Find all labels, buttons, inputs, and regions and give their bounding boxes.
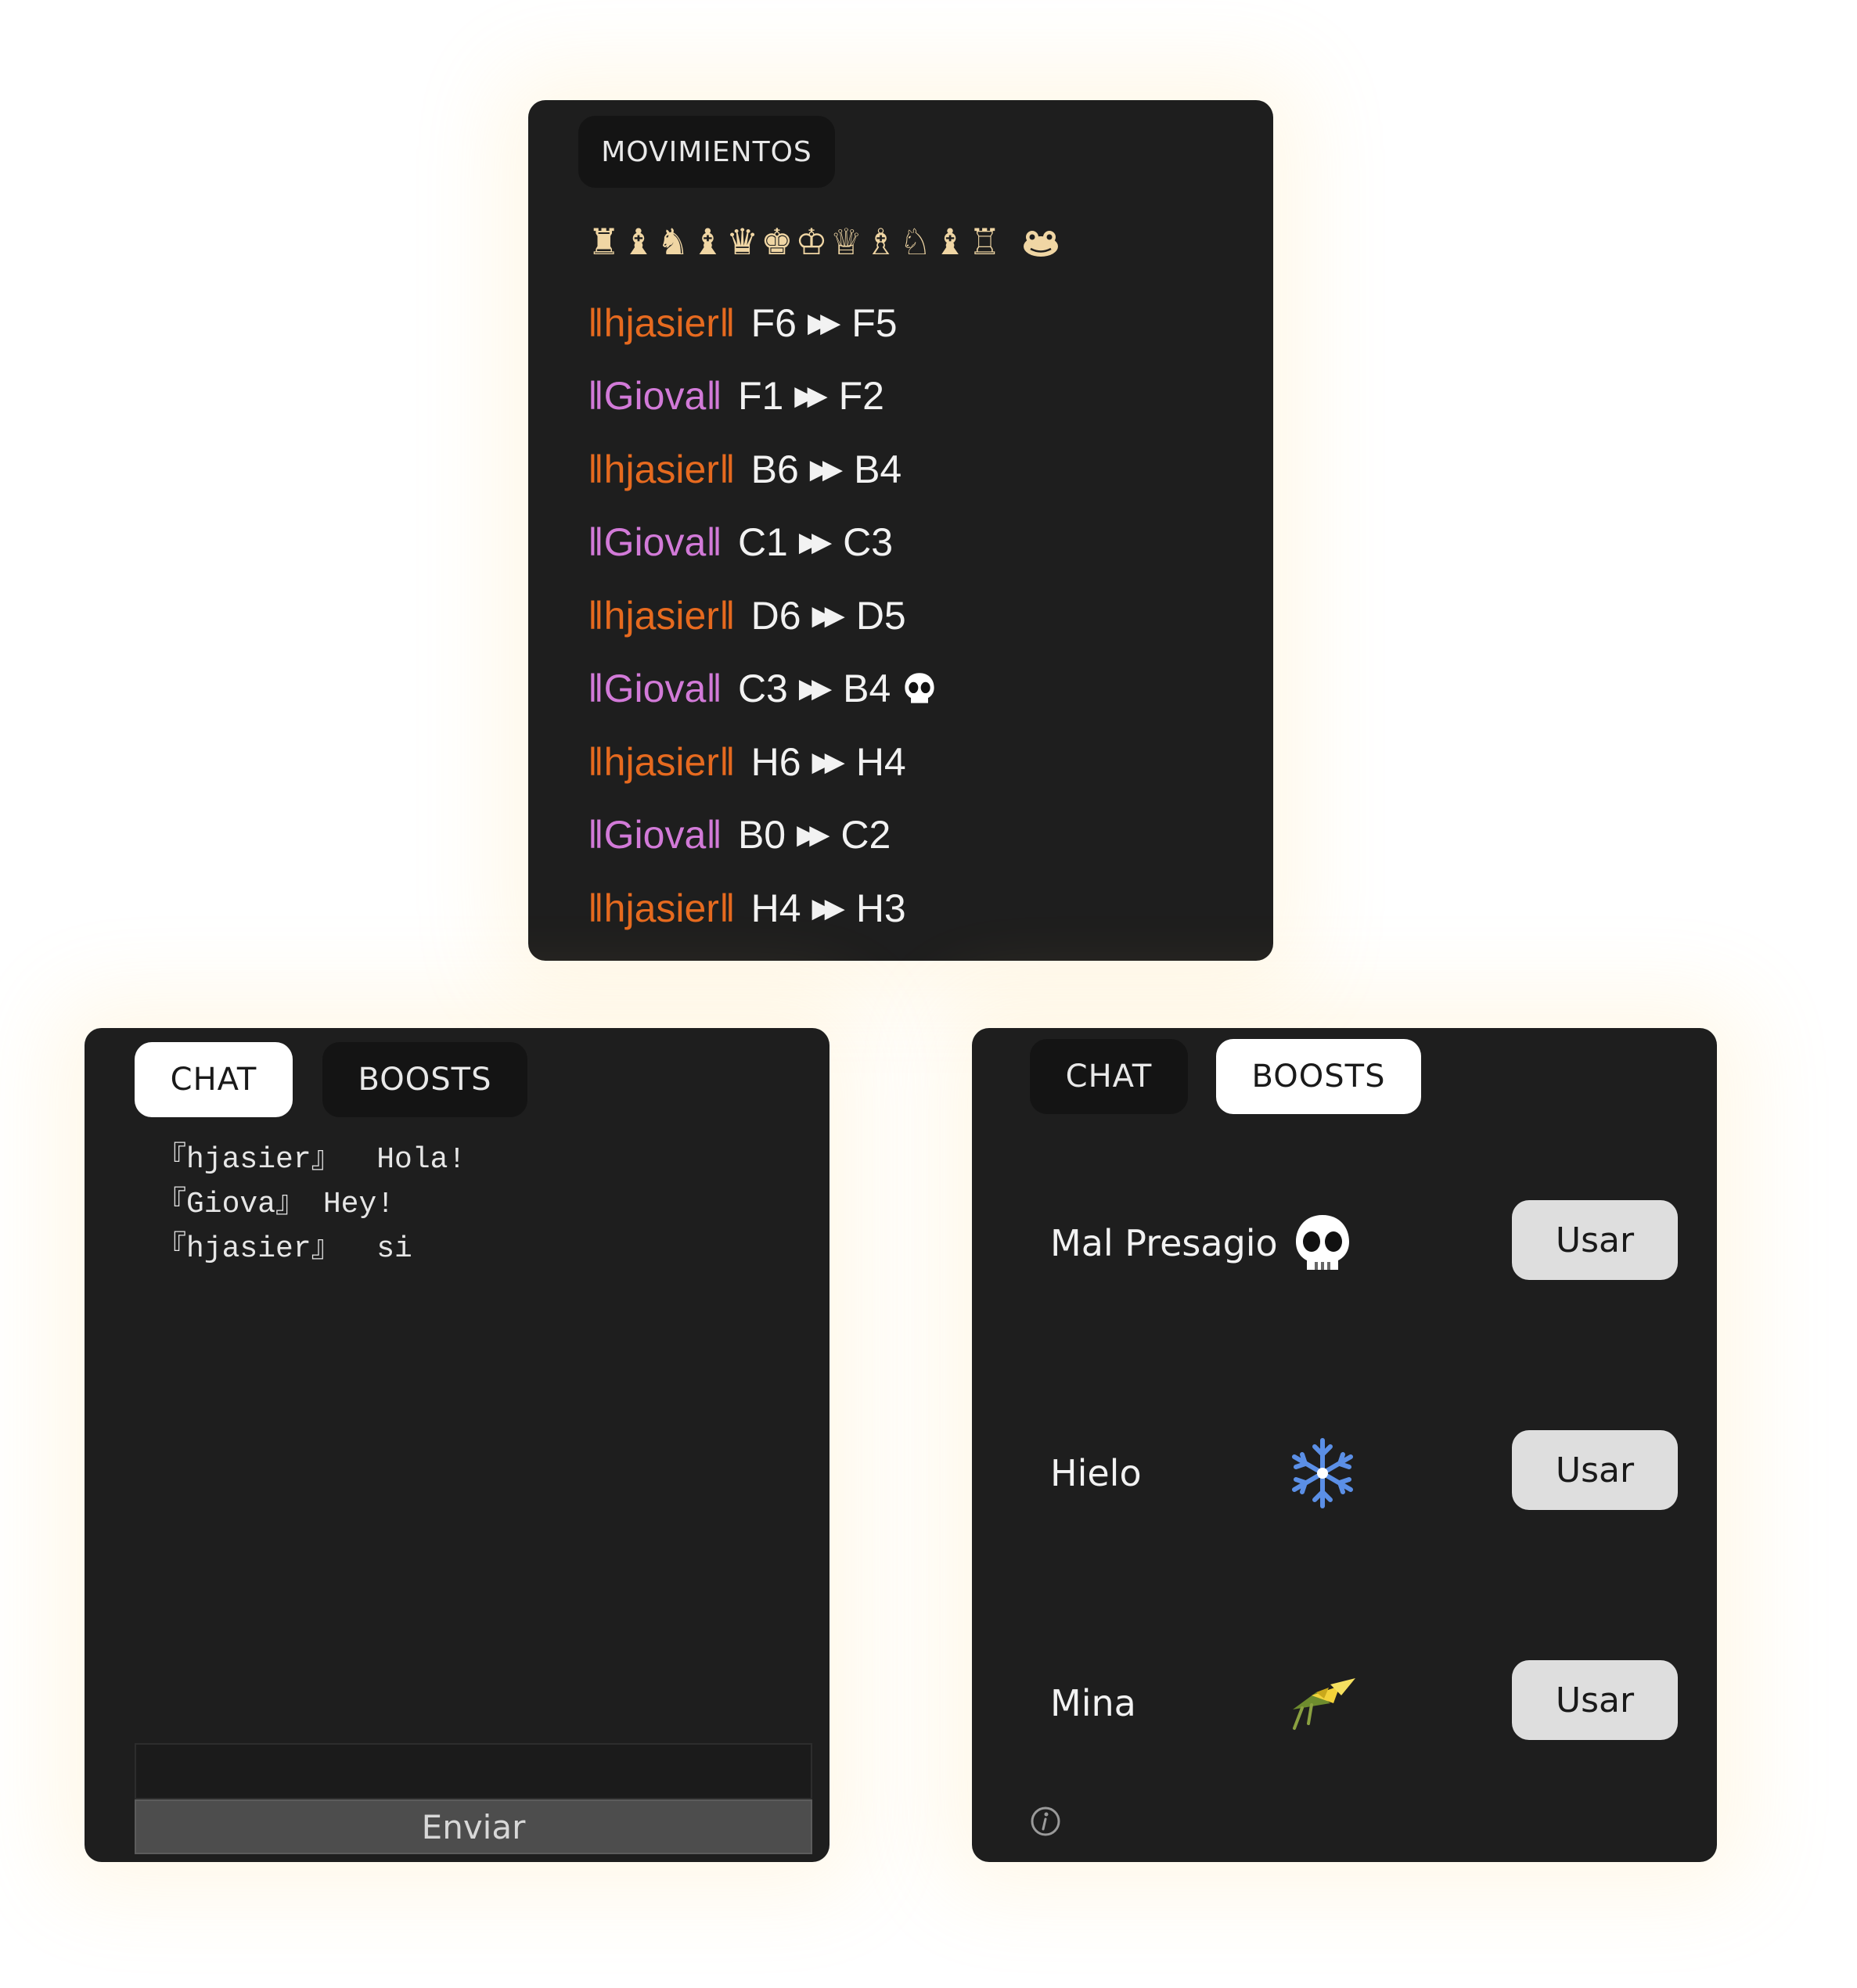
tab-chat[interactable]: CHAT — [1030, 1039, 1188, 1114]
move-player: ‖hjasier‖ — [588, 447, 736, 491]
move-entry: ‖hjasier‖ H6 ▶▶ H4 — [588, 725, 937, 799]
fast-forward-icon: ▶▶ — [809, 453, 843, 485]
move-player: ‖Giova‖ — [588, 813, 722, 857]
use-button-hielo[interactable]: Usar — [1512, 1430, 1678, 1510]
move-player: ‖hjasier‖ — [588, 300, 736, 345]
use-button-mal-presagio[interactable]: Usar — [1512, 1200, 1678, 1280]
snowflake-icon — [1283, 1434, 1362, 1512]
move-player: ‖Giova‖ — [588, 374, 722, 419]
move-entry: ‖Giova‖ C3 ▶▶ B4 — [588, 652, 937, 726]
chat-message-text: Hola! — [376, 1143, 466, 1177]
move-from: D6 — [750, 593, 801, 638]
chat-log: 『hjasier』 Hola! 『Giova』 Hey! 『hjasier』 si — [157, 1138, 466, 1271]
boost-row-mina: Mina Usar — [972, 1660, 1717, 1746]
tab-boosts[interactable]: BOOSTS — [1216, 1039, 1421, 1114]
move-from: H6 — [750, 739, 801, 784]
move-to: D5 — [855, 593, 906, 638]
move-entry: ‖hjasier‖ H4 ▶▶ H3 — [588, 872, 937, 945]
info-icon[interactable] — [1030, 1806, 1061, 1837]
fast-forward-icon: ▶▶ — [807, 307, 840, 339]
frog-icon — [1021, 224, 1060, 266]
fast-forward-icon: ▶▶ — [797, 819, 830, 851]
move-to: F2 — [838, 374, 884, 419]
captured-pieces: ♜♝♞♝♛♚♔♕♗♘♝♖ — [588, 221, 1003, 263]
chat-message-user: 『Giova』 — [157, 1188, 306, 1221]
chat-message-text: si — [376, 1232, 412, 1266]
boost-name: Hielo — [1050, 1452, 1142, 1494]
chat-message: 『hjasier』 si — [157, 1227, 466, 1271]
fast-forward-icon: ▶▶ — [812, 599, 845, 631]
move-from: H4 — [750, 886, 801, 930]
chat-panel: CHAT BOOSTS 『hjasier』 Hola! 『Giova』 Hey! 『… — [85, 1028, 830, 1862]
move-player: ‖hjasier‖ — [588, 593, 736, 638]
chat-message-user: 『hjasier』 — [157, 1232, 341, 1266]
tab-movimientos[interactable]: MOVIMIENTOS — [578, 116, 835, 188]
move-entry: ‖hjasier‖ B6 ▶▶ B4 — [588, 433, 937, 506]
move-to: H4 — [855, 739, 906, 784]
move-from: C1 — [737, 520, 788, 565]
boost-row-mal-presagio: Mal Presagio Usar — [972, 1200, 1717, 1286]
move-player: ‖hjasier‖ — [588, 739, 736, 784]
move-to: C3 — [843, 520, 894, 565]
send-button[interactable]: Enviar — [135, 1799, 812, 1854]
move-to: B4 — [843, 667, 891, 711]
fast-forward-icon: ▶▶ — [798, 673, 832, 705]
boost-name: Mina — [1050, 1682, 1136, 1724]
move-entry: ‖Giova‖ B0 ▶▶ C2 — [588, 799, 937, 872]
skull-icon — [902, 666, 937, 711]
move-entry: ‖hjasier‖ F6 ▶▶ F5 — [588, 286, 937, 360]
move-to: C2 — [840, 813, 891, 857]
move-entry: ‖hjasier‖ D6 ▶▶ D5 — [588, 579, 937, 652]
moves-panel: MOVIMIENTOS ♜♝♞♝♛♚♔♕♗♘♝♖ ‖hjasier‖ F6 ▶▶ F5… — [528, 100, 1273, 961]
boost-name: Mal Presagio — [1050, 1222, 1278, 1264]
chat-message-text: Hey! — [322, 1188, 395, 1221]
chat-message: 『Giova』 Hey! — [157, 1182, 466, 1227]
move-player: ‖Giova‖ — [588, 667, 722, 711]
captured-pieces-row: ♜♝♞♝♛♚♔♕♗♘♝♖ — [588, 221, 1060, 266]
chat-message: 『hjasier』 Hola! — [157, 1138, 466, 1182]
mine-icon — [1283, 1664, 1362, 1742]
use-button-mina[interactable]: Usar — [1512, 1660, 1678, 1740]
fast-forward-icon: ▶▶ — [798, 527, 832, 559]
chat-message-user: 『hjasier』 — [157, 1143, 341, 1177]
skull-icon — [1283, 1204, 1362, 1282]
move-from: B0 — [737, 813, 786, 857]
tab-chat[interactable]: CHAT — [135, 1042, 293, 1117]
move-player: ‖hjasier‖ — [588, 886, 736, 930]
fast-forward-icon: ▶▶ — [812, 746, 845, 778]
move-to: H3 — [855, 886, 906, 930]
fast-forward-icon: ▶▶ — [812, 892, 845, 924]
fast-forward-icon: ▶▶ — [794, 380, 827, 412]
move-entry: ‖Giova‖ C1 ▶▶ C3 — [588, 506, 937, 580]
chat-input[interactable] — [135, 1743, 812, 1799]
move-player: ‖Giova‖ — [588, 520, 722, 565]
move-to: B4 — [854, 447, 902, 491]
move-to: F5 — [851, 300, 898, 345]
move-from: C3 — [737, 667, 788, 711]
move-from: F6 — [750, 300, 797, 345]
move-list: ‖hjasier‖ F6 ▶▶ F5 ‖Giova‖ F1 ▶▶ F2 ‖hjasier‖ B6 ▶… — [588, 286, 937, 945]
move-entry: ‖Giova‖ F1 ▶▶ F2 — [588, 360, 937, 433]
boosts-panel: CHAT BOOSTS Mal Presagio Usar Hielo Usar… — [972, 1028, 1717, 1862]
boost-row-hielo: Hielo Usar — [972, 1430, 1717, 1516]
move-from: F1 — [737, 374, 784, 419]
stage: MOVIMIENTOS ♜♝♞♝♛♚♔♕♗♘♝♖ ‖hjasier‖ F6 ▶▶ F5… — [0, 0, 1857, 1988]
move-from: B6 — [750, 447, 799, 491]
tab-boosts[interactable]: BOOSTS — [322, 1042, 527, 1117]
